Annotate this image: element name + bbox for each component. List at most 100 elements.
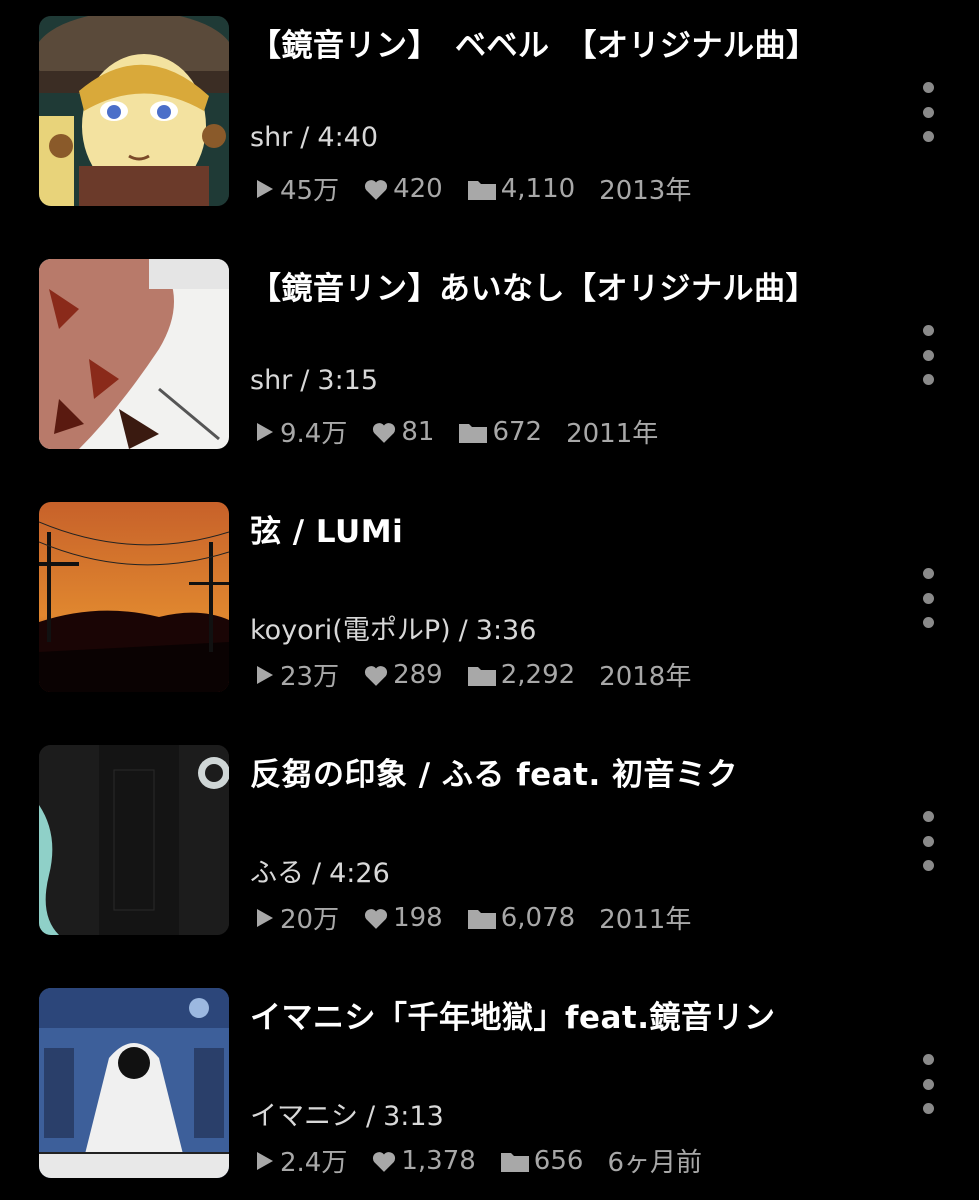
view-count-value: 9.4万 [280, 419, 348, 449]
heart-icon [365, 665, 388, 686]
video-item[interactable]: 反芻の印象 / ふる feat. 初音ミク ふる /4:26 20万 198 6,… [0, 745, 979, 945]
like-count-value: 420 [393, 173, 443, 204]
artist-name[interactable]: koyori(電ポルP) [250, 615, 451, 646]
video-stats: 20万 198 6,078 2011年 [252, 899, 715, 936]
mylist-count: 6,078 [467, 903, 575, 933]
meta-separator: / [300, 365, 310, 396]
video-thumbnail[interactable] [39, 988, 229, 1178]
like-count: 420 [363, 174, 443, 204]
video-title[interactable]: 【鏡音リン】あいなし【オリジナル曲】 [250, 263, 910, 308]
heart-icon [373, 422, 396, 443]
heart-icon [373, 1151, 396, 1172]
thumbnail-illustration-blue [39, 988, 229, 1178]
thumbnail-illustration-dark-title [39, 745, 229, 935]
video-duration: 3:36 [475, 615, 537, 646]
play-icon [257, 665, 273, 684]
video-duration: 4:40 [317, 122, 379, 153]
folder-icon [500, 1152, 529, 1172]
like-count-value: 81 [401, 416, 435, 447]
mylist-count-value: 6,078 [500, 902, 576, 933]
more-vertical-icon[interactable] [913, 325, 943, 385]
video-title[interactable]: 【鏡音リン】 ベベル 【オリジナル曲】 [250, 20, 910, 65]
video-stats: 2.4万 1,378 656 6ヶ月前 [252, 1142, 726, 1179]
view-count: 2.4万 [252, 1142, 347, 1179]
mylist-count: 4,110 [467, 174, 575, 204]
video-duration: 3:15 [317, 365, 379, 396]
like-count-value: 1,378 [401, 1145, 476, 1176]
video-item[interactable]: 【鏡音リン】あいなし【オリジナル曲】 shr /3:15 9.4万 81 672 … [0, 259, 979, 459]
video-meta: koyori(電ポルP)/3:36 [250, 608, 536, 647]
video-meta: shr /3:15 [250, 365, 378, 396]
play-icon [257, 1151, 273, 1170]
video-meta: ふる /4:26 [250, 851, 390, 890]
meta-separator: / [300, 122, 310, 153]
mylist-count-value: 2,292 [500, 659, 576, 690]
like-count: 289 [363, 660, 443, 690]
video-duration: 4:26 [329, 858, 390, 889]
more-vertical-icon[interactable] [913, 1054, 943, 1114]
thumbnail-illustration-character [39, 16, 229, 206]
more-vertical-icon[interactable] [913, 82, 943, 142]
mylist-count: 672 [458, 417, 542, 447]
video-title[interactable]: イマニシ「千年地獄」feat.鏡音リン [250, 992, 910, 1037]
meta-separator: / [312, 858, 322, 889]
mylist-count-value: 672 [492, 416, 543, 447]
thumbnail-illustration-leaves [39, 259, 229, 449]
video-duration: 3:13 [383, 1101, 444, 1132]
video-thumbnail[interactable] [39, 259, 229, 449]
video-item[interactable]: 弦 / LUMi koyori(電ポルP)/3:36 23万 289 2,292… [0, 502, 979, 702]
video-title[interactable]: 弦 / LUMi [250, 506, 910, 551]
video-stats: 45万 420 4,110 2013年 [252, 170, 715, 207]
view-count: 20万 [252, 899, 339, 936]
view-count: 45万 [252, 170, 339, 207]
post-date: 6ヶ月前 [607, 1148, 702, 1178]
mylist-count: 2,292 [467, 660, 575, 690]
video-list: 【鏡音リン】 ベベル 【オリジナル曲】 shr/4:40 45万 420 4,1… [0, 0, 979, 1200]
like-count: 81 [371, 417, 434, 447]
video-stats: 23万 289 2,292 2018年 [252, 656, 715, 693]
folder-icon [459, 423, 488, 443]
play-icon [257, 422, 273, 441]
folder-icon [467, 180, 496, 200]
folder-icon [467, 666, 496, 686]
post-date: 2011年 [599, 905, 692, 935]
video-item[interactable]: 【鏡音リン】 ベベル 【オリジナル曲】 shr /4:40 45万 420 4,1… [0, 16, 979, 216]
artist-name[interactable]: shr [250, 122, 292, 153]
view-count-value: 2.4万 [280, 1148, 348, 1178]
video-meta: shr /4:40 [250, 122, 378, 153]
post-date: 2018年 [599, 662, 692, 692]
view-count: 9.4万 [252, 413, 347, 450]
play-icon [257, 908, 273, 927]
play-icon [257, 179, 273, 198]
video-thumbnail[interactable] [39, 502, 229, 692]
video-thumbnail[interactable] [39, 745, 229, 935]
folder-icon [467, 909, 496, 929]
post-date: 2011年 [566, 419, 659, 449]
meta-separator: / [458, 615, 468, 646]
video-thumbnail[interactable] [39, 16, 229, 206]
mylist-count-value: 4,110 [500, 173, 576, 204]
video-stats: 9.4万 81 672 2011年 [252, 413, 682, 450]
post-date: 2013年 [599, 176, 692, 206]
video-title[interactable]: 反芻の印象 / ふる feat. 初音ミク [250, 749, 910, 794]
like-count: 1,378 [371, 1145, 476, 1176]
more-vertical-icon[interactable] [913, 811, 943, 871]
view-count: 23万 [252, 656, 339, 693]
mylist-count: 656 [500, 1145, 584, 1176]
artist-name[interactable]: イマニシ [250, 1101, 358, 1132]
thumbnail-illustration-sunset [39, 502, 229, 692]
video-item[interactable]: イマニシ「千年地獄」feat.鏡音リン イマニシ /3:13 2.4万 1,378… [0, 988, 979, 1188]
artist-name[interactable]: shr [250, 365, 292, 396]
like-count-value: 198 [393, 902, 443, 933]
meta-separator: / [366, 1101, 376, 1132]
heart-icon [365, 908, 388, 929]
like-count-value: 289 [393, 659, 443, 690]
more-vertical-icon[interactable] [913, 568, 943, 628]
video-meta: イマニシ /3:13 [250, 1094, 444, 1133]
like-count: 198 [363, 903, 443, 933]
heart-icon [365, 179, 388, 200]
view-count-value: 23万 [280, 662, 340, 692]
mylist-count-value: 656 [533, 1145, 584, 1176]
view-count-value: 20万 [280, 905, 340, 935]
artist-name[interactable]: ふる [250, 858, 304, 889]
